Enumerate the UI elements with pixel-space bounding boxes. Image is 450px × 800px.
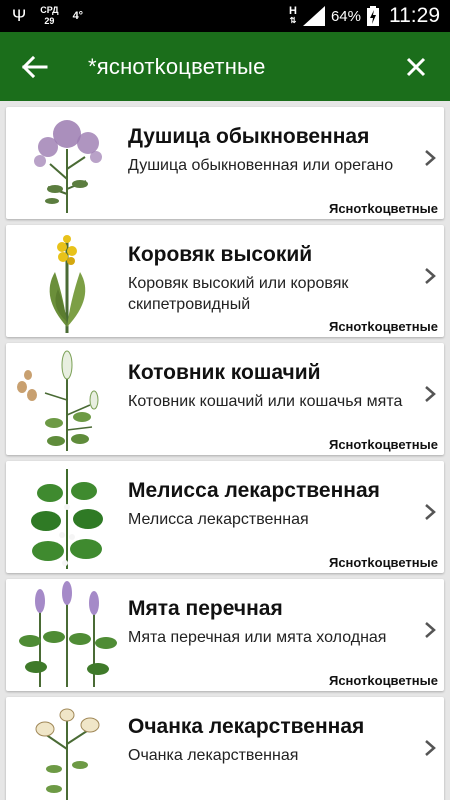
- plant-illustration: [17, 350, 99, 451]
- plant-description: Душица обыкновенная или орегано: [128, 157, 394, 174]
- network-type: H ⇅: [289, 5, 297, 26]
- chevron-right-icon: [425, 504, 436, 520]
- plant-family: Яснотkоцветные: [328, 673, 438, 688]
- plant-description: Котовник кошачий или кошачья мята: [128, 393, 403, 410]
- close-button[interactable]: [396, 47, 436, 87]
- plant-description: Очанка лекарственная: [128, 747, 299, 764]
- arrow-left-icon: [21, 55, 48, 79]
- plant-description: Коровяк высокий или коровяк скипетровидн…: [128, 275, 349, 313]
- chevron-right-icon: [425, 268, 436, 284]
- list-item[interactable]: Очанка лекарственная Очанка лекарственна…: [6, 697, 444, 800]
- search-query[interactable]: *яснотkоцветные: [88, 54, 266, 80]
- plant-illustration: [49, 235, 86, 333]
- plant-illustration: [19, 581, 117, 687]
- plant-list[interactable]: Душица обыкновенная Душица обыкновенная …: [0, 101, 450, 800]
- battery-icon: [367, 6, 379, 26]
- clock: 11:29: [389, 4, 440, 27]
- day-number: 29: [44, 16, 55, 26]
- day-label: СРД: [40, 5, 59, 15]
- plant-illustration: [34, 120, 102, 213]
- plant-title: Душица обыкновенная: [128, 125, 370, 148]
- chevron-right-icon: [425, 740, 436, 756]
- status-left: Ψ СРД 29 4°: [12, 4, 83, 28]
- chevron-right-icon: [425, 150, 436, 166]
- plant-illustration: [31, 469, 103, 569]
- list-item[interactable]: Душица обыкновенная Душица обыкновенная …: [6, 107, 444, 219]
- plant-description: Мелисса лекарственная: [128, 511, 309, 528]
- usb-icon: Ψ: [12, 6, 27, 25]
- plant-family: Яснотkоцветные: [328, 437, 438, 452]
- plant-title: Коровяк высокий: [128, 243, 313, 266]
- signal-icon: [302, 6, 325, 26]
- list-item[interactable]: Мята перечная Мята перечная или мята хол…: [6, 579, 444, 691]
- back-button[interactable]: [14, 47, 54, 87]
- list-item[interactable]: Коровяк высокий Коровяк высокий или коро…: [6, 225, 444, 337]
- plant-family: Яснотkоцветные: [328, 319, 438, 334]
- plant-description: Мята перечная или мята холодная: [128, 629, 387, 646]
- status-right: H ⇅ 64% 11:29: [289, 0, 440, 32]
- battery-percent: 64%: [330, 7, 361, 25]
- plant-title: Мята перечная: [128, 597, 283, 620]
- list-item[interactable]: Котовник кошачий Котовник кошачий или ко…: [6, 343, 444, 455]
- plant-illustration: [35, 708, 100, 800]
- calendar-indicator: СРД 29: [40, 5, 58, 27]
- status-bar: Ψ СРД 29 4° H ⇅ 64% 11:29: [0, 0, 450, 32]
- plant-title: Очанка лекарственная: [128, 715, 365, 738]
- temperature: 4°: [72, 10, 84, 22]
- list-item[interactable]: Мелисса лекарственная Мелисса лекарствен…: [6, 461, 444, 573]
- chevron-right-icon: [425, 386, 436, 402]
- search-toolbar: *яснотkоцветные: [0, 32, 450, 101]
- plant-title: Котовник кошачий: [128, 361, 321, 384]
- plant-family: Яснотkоцветные: [328, 201, 438, 216]
- plant-title: Мелисса лекарственная: [128, 479, 380, 502]
- plant-family: Яснотkоцветные: [328, 555, 438, 570]
- chevron-right-icon: [425, 622, 436, 638]
- close-icon: [406, 57, 426, 77]
